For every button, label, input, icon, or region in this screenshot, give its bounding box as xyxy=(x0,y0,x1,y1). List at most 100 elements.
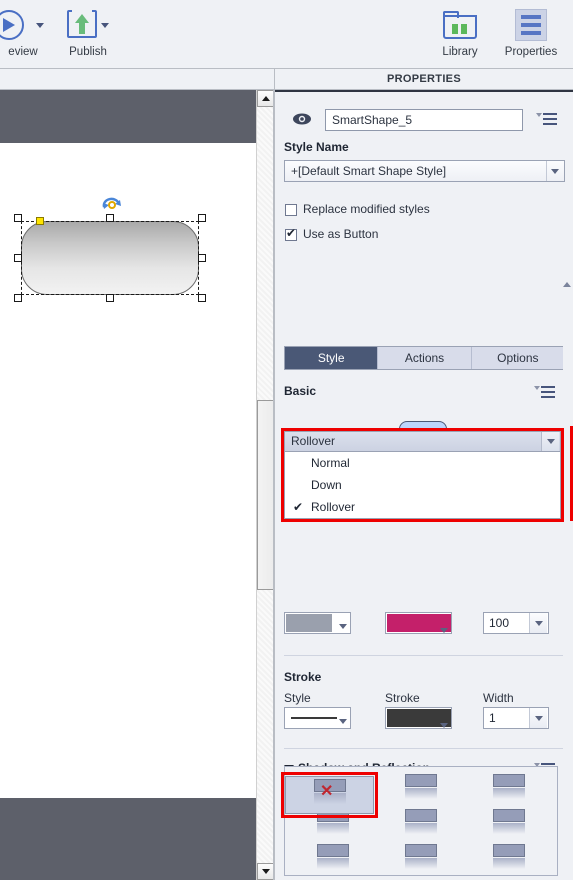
triangle-down-icon xyxy=(261,869,270,874)
scroll-up-arrow-icon[interactable] xyxy=(563,282,571,287)
reflection-thumb-icon xyxy=(405,809,437,835)
toolbar-button-publish[interactable]: Publish xyxy=(48,6,128,58)
reflection-thumb-icon xyxy=(493,774,525,800)
reflection-selection-highlight xyxy=(281,772,378,818)
slide-canvas[interactable] xyxy=(0,90,256,880)
library-folder-icon xyxy=(443,11,477,39)
eye-icon[interactable] xyxy=(291,112,313,126)
resize-handle-e[interactable] xyxy=(198,254,206,262)
state-selected-value: Rollover xyxy=(291,434,336,448)
reflection-thumb-icon xyxy=(405,774,437,800)
reflection-thumb-icon xyxy=(405,844,437,870)
panel-top-rule xyxy=(275,90,573,92)
chevron-down-icon[interactable] xyxy=(546,161,563,181)
chevron-down-icon[interactable] xyxy=(529,708,547,728)
opacity-input[interactable]: 100 xyxy=(483,612,549,634)
toolbar-label-properties: Properties xyxy=(504,46,558,58)
reflection-cell-7[interactable] xyxy=(377,840,465,874)
state-option-rollover-label: Rollover xyxy=(311,500,356,514)
panel-header-bar: PROPERTIES xyxy=(0,68,573,91)
stroke-color-label: Stroke xyxy=(385,691,420,705)
stroke-width-value: 1 xyxy=(489,711,496,725)
resize-handle-se[interactable] xyxy=(198,294,206,302)
selection-outline xyxy=(21,221,199,295)
chevron-down-icon[interactable] xyxy=(440,628,448,633)
chevron-down-icon[interactable] xyxy=(541,432,559,451)
chevron-down-icon[interactable] xyxy=(339,719,347,724)
replace-modified-styles-label: Replace modified styles xyxy=(303,202,430,216)
opacity-value: 100 xyxy=(489,616,510,630)
chevron-down-icon[interactable] xyxy=(36,22,44,28)
properties-icon-group xyxy=(495,6,567,44)
object-name-menu-icon[interactable] xyxy=(536,113,557,127)
fill-color-swatch[interactable] xyxy=(284,612,351,634)
state-dropdown-trigger[interactable]: Rollover xyxy=(284,431,561,452)
toolbar-label-library: Library xyxy=(442,46,478,58)
reflection-cell-4[interactable] xyxy=(377,805,465,839)
style-name-label: Style Name xyxy=(284,140,349,154)
accent-color-swatch[interactable] xyxy=(385,612,452,634)
application-window: eview Publish Library Properties PROPERT… xyxy=(0,0,573,880)
triangle-up-icon xyxy=(261,96,270,101)
state-dropdown-list: Normal Down ✔ Rollover xyxy=(284,452,561,519)
tab-actions[interactable]: Actions xyxy=(378,347,472,369)
toolbar-button-library[interactable]: Library xyxy=(430,6,490,58)
toolbar-label-publish: Publish xyxy=(69,46,107,58)
resize-handle-nw[interactable] xyxy=(14,214,22,222)
reflection-cell-6[interactable] xyxy=(289,840,377,874)
state-option-rollover[interactable]: ✔ Rollover xyxy=(285,496,560,518)
style-tabs: Style Actions Options xyxy=(284,346,565,370)
section-divider-3 xyxy=(284,748,565,749)
style-name-value: +[Default Smart Shape Style] xyxy=(291,164,447,178)
toolbar-button-properties[interactable]: Properties xyxy=(495,6,567,58)
chevron-down-icon[interactable] xyxy=(529,613,547,633)
chevron-down-icon[interactable] xyxy=(339,624,347,629)
use-as-button-label: Use as Button xyxy=(303,227,379,241)
rotate-icon[interactable] xyxy=(100,196,124,214)
stroke-color-swatch[interactable] xyxy=(385,707,452,729)
scroll-down-button[interactable] xyxy=(257,863,274,880)
library-icon-group xyxy=(430,6,490,44)
stroke-width-input[interactable]: 1 xyxy=(483,707,549,729)
state-option-normal[interactable]: Normal xyxy=(285,452,560,474)
basic-section-menu-icon[interactable] xyxy=(534,386,555,400)
scrollbar-thumb[interactable] xyxy=(257,400,274,590)
resize-handle-w[interactable] xyxy=(14,254,22,262)
canvas-background-bottom xyxy=(0,798,256,880)
top-toolbar: eview Publish Library Properties xyxy=(0,0,573,68)
chevron-down-icon[interactable] xyxy=(440,723,448,728)
reflection-cell-5[interactable] xyxy=(465,805,553,839)
chevron-down-icon[interactable] xyxy=(101,22,109,28)
properties-vertical-scrollbar[interactable] xyxy=(563,282,573,880)
stroke-width-label: Width xyxy=(483,691,514,705)
publish-upload-icon xyxy=(67,8,97,40)
selected-shape[interactable] xyxy=(14,197,206,302)
use-as-button-checkbox[interactable] xyxy=(285,226,297,241)
solid-line-icon xyxy=(291,717,337,719)
state-option-normal-label: Normal xyxy=(311,456,350,470)
reflection-thumb-icon xyxy=(493,809,525,835)
reflection-cell-1[interactable] xyxy=(377,770,465,804)
object-name-input[interactable]: SmartShape_5 xyxy=(325,109,523,131)
tab-options[interactable]: Options xyxy=(472,347,564,369)
replace-modified-styles-checkbox[interactable] xyxy=(285,204,297,216)
stroke-style-select[interactable] xyxy=(284,707,351,729)
scroll-up-button[interactable] xyxy=(257,90,274,107)
resize-handle-sw[interactable] xyxy=(14,294,22,302)
fill-color-preview xyxy=(286,614,332,632)
section-divider-2 xyxy=(284,655,565,656)
canvas-vertical-scrollbar[interactable] xyxy=(256,90,274,880)
style-name-select[interactable]: +[Default Smart Shape Style] xyxy=(284,160,565,182)
resize-handle-ne[interactable] xyxy=(198,214,206,222)
resize-handle-s[interactable] xyxy=(106,294,114,302)
state-option-down[interactable]: Down xyxy=(285,474,560,496)
tab-style[interactable]: Style xyxy=(285,347,379,369)
reflection-cell-2[interactable] xyxy=(465,770,553,804)
publish-icon-group xyxy=(48,6,128,44)
corner-radius-handle[interactable] xyxy=(36,217,44,225)
canvas-background-top xyxy=(0,90,256,143)
reflection-thumb-icon xyxy=(493,844,525,870)
resize-handle-n[interactable] xyxy=(106,214,114,222)
properties-panel-title: PROPERTIES xyxy=(387,73,461,85)
reflection-cell-8[interactable] xyxy=(465,840,553,874)
